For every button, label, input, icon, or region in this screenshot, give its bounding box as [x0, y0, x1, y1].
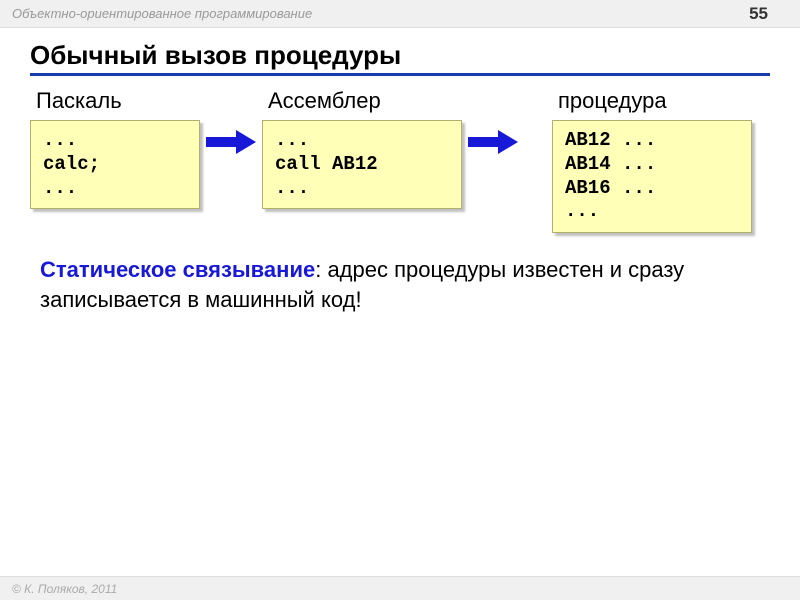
pascal-label: Паскаль: [30, 88, 200, 114]
arrow-2: [462, 128, 524, 156]
page-number: 55: [749, 4, 788, 24]
proc-label: процедура: [552, 88, 752, 114]
pascal-code: ... calc; ...: [30, 120, 200, 209]
proc-column: процедура AB12 ... AB14 ... AB16 ... ...: [552, 88, 752, 233]
pascal-column: Паскаль ... calc; ...: [30, 88, 200, 209]
slide-header: Объектно-ориентированное программировани…: [0, 0, 800, 28]
arrow-right-icon: [206, 128, 256, 156]
copyright: © К. Поляков, 2011: [12, 582, 117, 596]
slide-title: Обычный вызов процедуры: [30, 40, 770, 76]
course-title: Объектно-ориентированное программировани…: [12, 6, 312, 21]
asm-label: Ассемблер: [262, 88, 462, 114]
asm-code: ... call AB12 ...: [262, 120, 462, 209]
asm-column: Ассемблер ... call AB12 ...: [262, 88, 462, 209]
proc-code: AB12 ... AB14 ... AB16 ... ...: [552, 120, 752, 233]
arrow-1: [200, 128, 262, 156]
arrow-right-icon: [468, 128, 518, 156]
definition-term: Статическое связывание: [40, 257, 315, 282]
slide-footer: © К. Поляков, 2011: [0, 576, 800, 600]
definition-text: Статическое связывание: адрес процедуры …: [0, 233, 800, 314]
code-columns: Паскаль ... calc; ... Ассемблер ... call…: [0, 80, 800, 233]
